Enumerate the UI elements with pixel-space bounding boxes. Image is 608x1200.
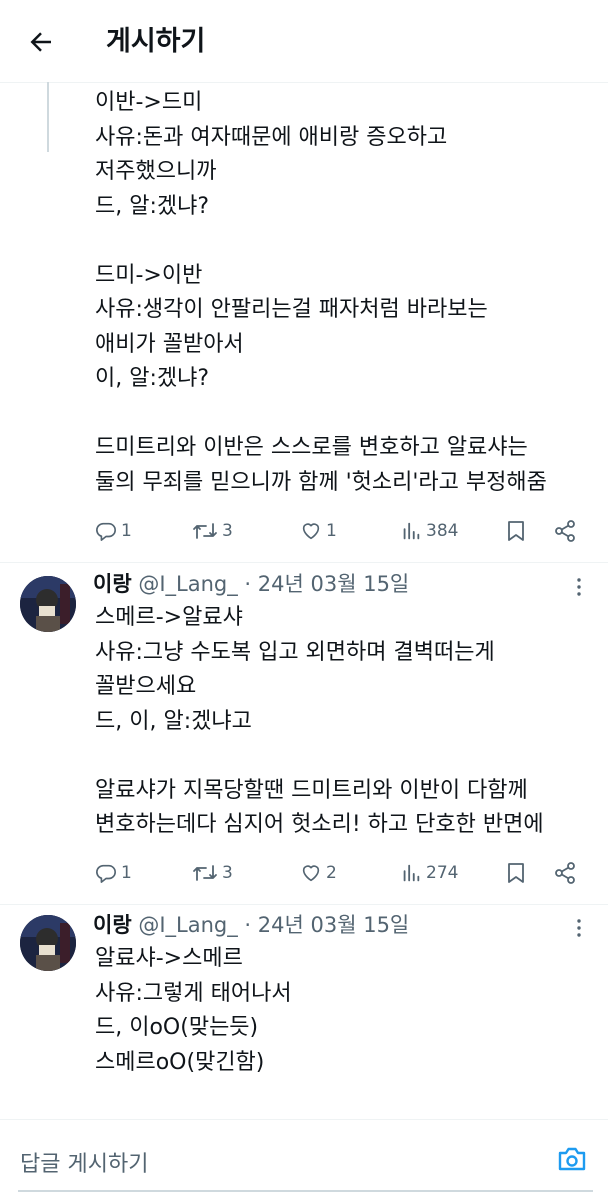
- retweet-count: 3: [222, 521, 233, 541]
- tweet-line: 사유:그렇게 태어나서: [95, 980, 292, 1006]
- tweet-line: [95, 739, 544, 774]
- retweet-button[interactable]: 3: [192, 515, 233, 547]
- author-handle[interactable]: @I_Lang_: [138, 572, 237, 596]
- bookmark-icon: [508, 521, 524, 541]
- reply-composer: 답글 게시하기: [0, 1119, 608, 1200]
- reply-input[interactable]: 답글 게시하기: [20, 1146, 148, 1178]
- avatar[interactable]: [20, 576, 76, 632]
- avatar-image: [20, 576, 76, 632]
- page-title: 게시하기: [106, 26, 206, 57]
- views-icon: [403, 522, 420, 540]
- bookmark-button[interactable]: [505, 857, 527, 889]
- reply-button[interactable]: 1: [95, 857, 132, 889]
- share-icon: [555, 862, 575, 884]
- tweet-line: 알료샤가 지목당할땐 드미트리와 이반이 다함께: [95, 777, 528, 803]
- tweet-line: [95, 397, 547, 432]
- reply-icon: [96, 864, 116, 883]
- thread-connector: [47, 82, 49, 152]
- retweet-button[interactable]: 3: [192, 857, 233, 889]
- reply-underline: [18, 1190, 593, 1192]
- more-icon[interactable]: [570, 577, 588, 597]
- avatar-image: [20, 915, 76, 971]
- view-count: 384: [426, 521, 459, 541]
- tweet-line: 사유:돈과 여자때문에 애비랑 증오하고: [95, 124, 448, 150]
- view-count: 274: [426, 863, 459, 883]
- views-icon: [403, 864, 420, 882]
- tweet-line: 스메르->알료샤: [95, 605, 243, 630]
- divider: [0, 904, 608, 905]
- reply-button[interactable]: 1: [95, 515, 132, 547]
- share-button[interactable]: [553, 515, 577, 547]
- share-button[interactable]: [553, 857, 577, 889]
- arrow-left-icon[interactable]: [26, 27, 56, 57]
- tweet-2-actions: 1 3 2 274: [95, 857, 585, 889]
- tweet-line: 둘의 무죄를 믿으니까 함께 '헛소리'라고 부정해줌: [95, 469, 547, 495]
- tweet-line: 드, 이, 알:겠냐고: [95, 708, 252, 734]
- tweet-line: 사유:그냥 수도복 입고 외면하며 결벽떠는게: [95, 639, 495, 665]
- tweet-line: 저주했으니까: [95, 159, 217, 184]
- tweet-date[interactable]: · 24년 03월 15일: [244, 913, 409, 937]
- tweet-2-text: 스메르->알료샤사유:그냥 수도복 입고 외면하며 결벽떠는게꼴받으세요드, 이…: [95, 601, 544, 843]
- camera-icon[interactable]: [556, 1144, 588, 1174]
- author-name[interactable]: 이랑: [93, 572, 132, 596]
- top-bar: 게시하기: [0, 0, 608, 83]
- divider: [0, 562, 608, 563]
- heart-icon: [302, 523, 320, 540]
- reply-icon: [96, 522, 116, 541]
- tweet-line: 사유:생각이 안팔리는걸 패자처럼 바라보는: [95, 297, 488, 322]
- tweet-2-header: 이랑 @I_Lang_ · 24년 03월 15일: [93, 569, 409, 599]
- like-count: 2: [326, 863, 337, 883]
- tweet-line: [95, 224, 547, 259]
- like-count: 1: [326, 521, 337, 541]
- author-handle[interactable]: @I_Lang_: [138, 913, 237, 937]
- tweet-line: 변호하는데다 심지어 헛소리! 하고 단호한 반면에: [95, 812, 544, 837]
- views-button[interactable]: 384: [400, 515, 458, 547]
- more-icon[interactable]: [570, 918, 588, 938]
- tweet-3-header: 이랑 @I_Lang_ · 24년 03월 15일: [93, 910, 409, 940]
- tweet-1-text: 이반->드미사유:돈과 여자때문에 애비랑 증오하고저주했으니까드, 알:겠냐?…: [95, 86, 547, 500]
- tweet-line: 애비가 꼴받아서: [95, 331, 244, 357]
- retweet-icon: [193, 523, 217, 539]
- tweet-line: 드미트리와 이반은 스스로를 변호하고 알료샤는: [95, 435, 528, 460]
- like-button[interactable]: 1: [300, 515, 337, 547]
- retweet-count: 3: [222, 863, 233, 883]
- retweet-icon: [193, 865, 217, 881]
- tweet-line: 드, 알:겠냐?: [95, 193, 210, 219]
- tweet-date[interactable]: · 24년 03월 15일: [244, 572, 409, 596]
- tweet-line: 드, 이oO(맞는듯): [95, 1015, 259, 1040]
- bookmark-icon: [508, 863, 524, 883]
- tweet-line: 알료샤->스메르: [95, 946, 243, 971]
- reply-count: 1: [121, 863, 132, 883]
- tweet-line: 꼴받으세요: [95, 674, 197, 699]
- tweet-1-actions: 1 3 1 384: [95, 515, 585, 547]
- avatar[interactable]: [20, 915, 76, 971]
- reply-count: 1: [121, 521, 132, 541]
- tweet-line: 드미->이반: [95, 262, 203, 288]
- like-button[interactable]: 2: [300, 857, 337, 889]
- author-name[interactable]: 이랑: [93, 913, 132, 937]
- tweet-line: 이반->드미: [95, 90, 203, 115]
- heart-icon: [302, 865, 320, 882]
- views-button[interactable]: 274: [400, 857, 458, 889]
- share-icon: [555, 520, 575, 542]
- tweet-line: 이, 알:겠냐?: [95, 366, 210, 391]
- bookmark-button[interactable]: [505, 515, 527, 547]
- tweet-3-text: 알료샤->스메르사유:그렇게 태어나서드, 이oO(맞는듯) 스메르oO(맞긴함): [95, 942, 292, 1080]
- tweet-line: 스메르oO(맞긴함): [95, 1049, 265, 1075]
